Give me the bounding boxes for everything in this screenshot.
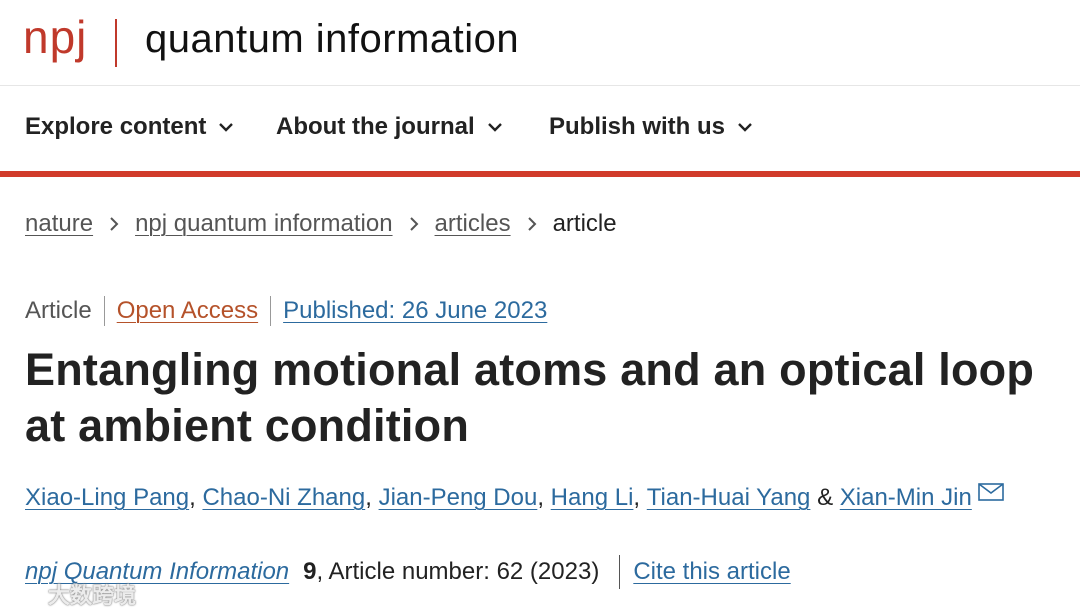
open-access-link[interactable]: Open Access xyxy=(117,297,258,325)
cite-this-article-link[interactable]: Cite this article xyxy=(633,558,790,586)
nav-explore-content[interactable]: Explore content xyxy=(25,113,234,141)
nav-about-journal-label: About the journal xyxy=(276,113,475,140)
published-date-link[interactable]: Published: 26 June 2023 xyxy=(283,297,547,325)
author-list: Xiao-Ling Pang, Chao-Ni Zhang, Jian-Peng… xyxy=(25,483,1004,512)
citation-divider xyxy=(619,555,621,589)
author-link[interactable]: Xian-Min Jin xyxy=(840,484,972,512)
chevron-right-icon xyxy=(109,217,119,231)
nav-publish-with-us-label: Publish with us xyxy=(549,113,726,140)
breadcrumb-npj-quantum-information[interactable]: npj quantum information xyxy=(135,210,392,238)
main-nav: Explore content About the journal Publis… xyxy=(0,87,1080,171)
breadcrumb-current: article xyxy=(552,210,617,237)
author-link[interactable]: Xiao-Ling Pang xyxy=(25,484,189,512)
meta-divider xyxy=(103,296,105,326)
author-link[interactable]: Hang Li xyxy=(551,484,634,512)
author-link[interactable]: Tian-Huai Yang xyxy=(647,484,811,512)
author-separator: , xyxy=(189,484,196,511)
volume-number: 9 xyxy=(303,558,317,585)
article-title: Entangling motional atoms and an optical… xyxy=(25,344,1035,451)
chevron-down-icon xyxy=(738,123,752,132)
site-header: npj quantum information xyxy=(0,0,1080,86)
meta-divider xyxy=(270,296,272,326)
author-link[interactable]: Chao-Ni Zhang xyxy=(202,484,365,512)
watermark-text: 大数跨境 xyxy=(48,583,137,608)
nav-publish-with-us[interactable]: Publish with us xyxy=(549,113,753,141)
chevron-right-icon xyxy=(409,217,419,231)
author-ampersand: & xyxy=(817,484,834,511)
article-number: , Article number: 62 (2023) xyxy=(316,558,600,585)
nav-accent-rule xyxy=(0,171,1080,177)
nav-explore-content-label: Explore content xyxy=(25,113,207,140)
npj-logo[interactable]: npj xyxy=(23,10,87,64)
watermark: 大数跨境 xyxy=(22,578,136,610)
mail-icon[interactable] xyxy=(978,483,1004,501)
watermark-logo-icon xyxy=(23,584,43,604)
nav-about-journal[interactable]: About the journal xyxy=(276,113,503,141)
logo-divider xyxy=(115,19,117,67)
chevron-down-icon xyxy=(219,123,234,132)
breadcrumb-articles[interactable]: articles xyxy=(435,210,511,238)
author-link[interactable]: Jian-Peng Dou xyxy=(379,484,538,512)
article-meta: Article Open Access Published: 26 June 2… xyxy=(25,296,547,326)
journal-logo-title[interactable]: quantum information xyxy=(145,17,519,62)
chevron-right-icon xyxy=(527,217,537,231)
citation-line: npj Quantum Information 9 , Article numb… xyxy=(25,555,791,589)
breadcrumb: nature npj quantum information articles … xyxy=(25,210,617,238)
chevron-down-icon xyxy=(487,123,502,132)
author-separator: , xyxy=(633,484,641,511)
author-separator: , xyxy=(365,484,372,511)
author-separator: , xyxy=(537,484,544,511)
article-type: Article xyxy=(25,297,92,324)
breadcrumb-nature[interactable]: nature xyxy=(25,210,93,238)
